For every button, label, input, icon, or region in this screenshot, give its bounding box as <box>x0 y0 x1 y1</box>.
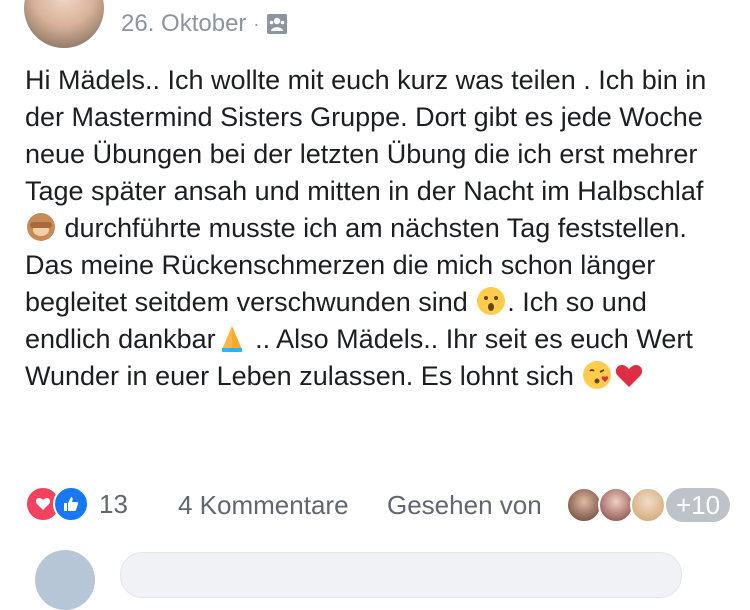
reactions-summary[interactable]: 13 <box>25 486 128 522</box>
reaction-count: 13 <box>99 488 128 519</box>
see-no-evil-monkey-icon <box>25 211 57 243</box>
post-date[interactable]: 26. Oktober <box>121 10 246 38</box>
post-meta: 26. Oktober · <box>121 10 288 38</box>
viewer-avatar <box>598 487 634 523</box>
viewer-avatar <box>566 487 602 523</box>
author-avatar[interactable] <box>24 0 104 48</box>
post-text: Hi Mädels.. Ich wollte mit euch kurz was… <box>25 62 735 395</box>
seen-by-label[interactable]: Gesehen von <box>387 490 542 521</box>
red-heart-icon <box>613 359 645 391</box>
viewer-avatar <box>630 487 666 523</box>
hushed-face-icon <box>475 285 507 317</box>
meta-separator: · <box>253 13 260 34</box>
comments-link[interactable]: 4 Kommentare <box>178 490 349 521</box>
seen-by-avatars[interactable]: +10 <box>566 487 731 523</box>
folded-hands-icon <box>216 322 248 354</box>
current-user-avatar <box>35 550 95 610</box>
like-reaction-icon <box>53 486 89 522</box>
comment-input[interactable] <box>120 552 682 598</box>
post-text-part-1: Hi Mädels.. Ich wollte mit euch kurz was… <box>25 65 714 206</box>
seen-more-count[interactable]: +10 <box>666 488 731 522</box>
face-blowing-kiss-icon <box>581 359 613 391</box>
group-photo-icon[interactable] <box>266 13 288 35</box>
